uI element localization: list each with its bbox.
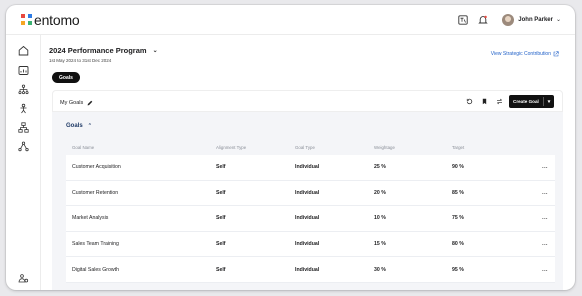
alignment-type-cell: Self [216,266,226,273]
notification-bell-icon[interactable] [478,15,488,25]
goal-name-cell[interactable]: Market Analysis [66,215,216,221]
goals-section-toggle[interactable]: Goals ⌃ [66,123,92,129]
table-row[interactable]: Sales Team Training Self Individual 15 %… [66,231,555,258]
table-header: Goal Name Alignment Type Goal Type Weigh… [66,140,555,155]
target-cell: 90 % [452,164,464,171]
target-cell: 80 % [452,241,464,248]
settings-people-icon[interactable] [18,273,29,284]
view-strategic-contribution-link[interactable]: View Strategic Contribution [491,51,559,57]
goal-type-cell: Individual [295,189,320,196]
goals-panel: My Goals Create Goal ▾ Goals ⌃ Goal Name… [52,90,563,290]
target-cell: 95 % [452,266,464,273]
more-options-icon[interactable]: ... [527,241,555,247]
column-header-alignment-type: Alignment Type [216,145,247,150]
goal-type-cell: Individual [295,241,320,248]
caret-down-icon[interactable]: ▾ [548,99,551,105]
goal-name-cell[interactable]: Sales Team Training [66,241,216,247]
home-icon[interactable] [18,45,29,56]
alignment-type-cell: Self [216,241,226,248]
org-chart-icon[interactable] [18,84,29,95]
tab-goals[interactable]: Goals [52,72,80,83]
target-cell: 85 % [452,189,464,196]
top-bar: entomo John Parker ⌄ [6,5,575,35]
panel-tools: Create Goal ▾ [464,95,554,108]
target-cell: 75 % [452,215,464,222]
table-row[interactable]: Customer Retention Self Individual 20 % … [66,180,555,207]
weightage-cell: 15 % [374,241,386,248]
column-header-goal-type: Goal Type [295,145,315,150]
avatar[interactable] [502,13,515,26]
program-title: 2024 Performance Program [49,46,147,55]
more-options-icon[interactable]: ... [527,164,555,170]
header-actions: John Parker ⌄ [458,13,561,26]
my-goals-label: My Goals [60,100,84,106]
alignment-type-cell: Self [216,164,226,171]
goal-name-cell[interactable]: Customer Acquisition [66,164,216,170]
edit-pencil-icon[interactable] [87,100,93,106]
network-icon[interactable] [18,141,29,152]
weightage-cell: 20 % [374,189,386,196]
history-icon[interactable] [464,96,475,107]
chevron-down-icon[interactable]: ⌄ [556,16,561,23]
goal-name-cell[interactable]: Customer Retention [66,190,216,196]
table-row[interactable]: Customer Acquisition Self Individual 25 … [66,155,555,181]
alignment-type-cell: Self [216,189,226,196]
translate-icon[interactable] [458,14,468,25]
weightage-cell: 30 % [374,266,386,273]
external-link-icon [553,51,559,57]
chevron-down-icon: ⌄ [152,48,158,54]
program-selector[interactable]: 2024 Performance Program ⌄ [49,46,158,55]
panel-header: My Goals Create Goal ▾ [52,90,563,112]
logo-mark-icon [21,14,32,25]
program-dates: 1st May 2024 to 31st Dec 2024 [49,58,112,63]
team-hierarchy-icon[interactable] [18,122,29,133]
weightage-cell: 10 % [374,215,386,222]
column-header-goal-name: Goal Name [72,145,95,150]
column-header-target: Target [452,145,465,150]
sidebar [6,35,41,290]
button-divider [542,97,544,106]
transfer-icon[interactable] [494,96,505,107]
create-goal-label: Create Goal [513,99,539,104]
my-goals-title: My Goals [60,100,93,106]
alignment-type-cell: Self [216,215,226,222]
table-row[interactable]: Digital Sales Growth Self Individual 30 … [66,257,555,283]
more-options-icon[interactable]: ... [527,267,555,273]
performance-icon[interactable] [18,103,29,114]
table-row[interactable]: Market Analysis Self Individual 10 % 75 … [66,206,555,232]
goals-section-title: Goals [66,123,83,129]
bookmark-icon[interactable] [479,96,490,107]
goal-type-cell: Individual [295,266,320,273]
goals-table: Goal Name Alignment Type Goal Type Weigh… [66,140,555,283]
column-header-weightage: Weightage [374,145,395,150]
more-options-icon[interactable]: ... [527,190,555,196]
weightage-cell: 25 % [374,164,386,171]
goal-type-cell: Individual [295,215,320,222]
create-goal-button[interactable]: Create Goal ▾ [509,95,554,108]
brand-name: entomo [34,11,80,28]
user-name[interactable]: John Parker [518,17,553,23]
chart-card-icon[interactable] [18,65,29,76]
brand-logo[interactable]: entomo [21,12,80,28]
main-content: 2024 Performance Program ⌄ 1st May 2024 … [41,35,575,290]
strategic-link-label: View Strategic Contribution [490,51,551,57]
goal-type-cell: Individual [295,164,320,171]
app-window: entomo John Parker ⌄ 2024 Performance Pr… [6,5,575,290]
goal-name-cell[interactable]: Digital Sales Growth [66,267,216,273]
more-options-icon[interactable]: ... [527,215,555,221]
chevron-up-icon: ⌃ [87,123,92,129]
